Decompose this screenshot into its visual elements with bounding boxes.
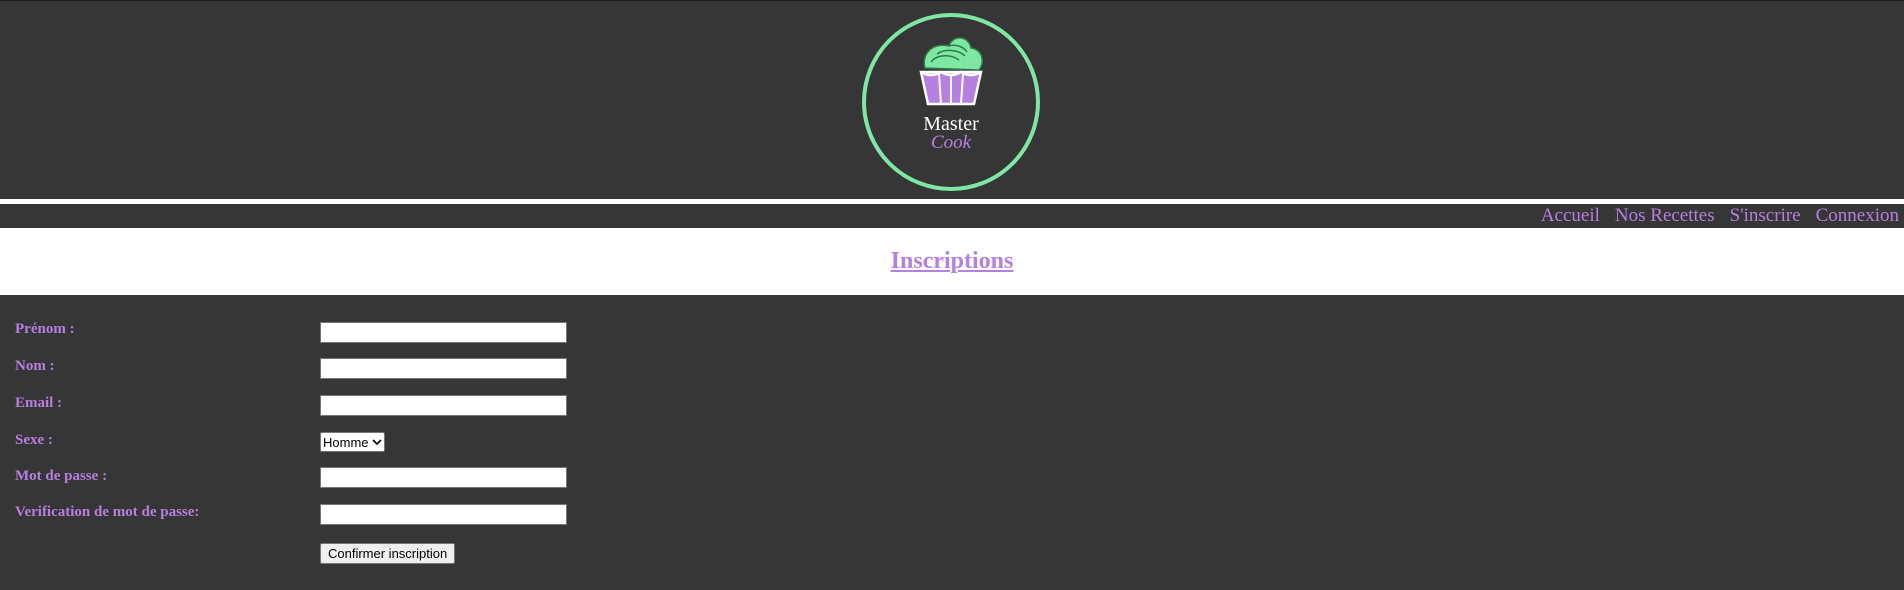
password-label: Mot de passe : bbox=[15, 468, 108, 484]
lastname-input[interactable] bbox=[320, 358, 567, 379]
nav-link-accueil[interactable]: Accueil bbox=[1541, 205, 1600, 227]
gender-select[interactable]: Homme bbox=[320, 432, 385, 452]
site-header: Master Cook bbox=[0, 0, 1904, 199]
nav-link-nos-recettes[interactable]: Nos Recettes bbox=[1615, 205, 1715, 227]
gender-label: Sexe : bbox=[15, 432, 53, 448]
password-check-input[interactable] bbox=[320, 504, 567, 525]
gender-select-value: Homme bbox=[323, 434, 369, 450]
nav-link-connexion[interactable]: Connexion bbox=[1816, 205, 1899, 227]
lastname-label: Nom : bbox=[15, 358, 55, 374]
password-input[interactable] bbox=[320, 467, 567, 488]
main-nav: Accueil Nos Recettes S'inscrire Connexio… bbox=[0, 204, 1904, 228]
title-band: Inscriptions bbox=[0, 228, 1904, 295]
password-check-label: Verification de mot de passe: bbox=[15, 504, 200, 520]
page-title: Inscriptions bbox=[890, 248, 1014, 274]
firstname-label: Prénom : bbox=[15, 321, 75, 337]
confirm-registration-button[interactable]: Confirmer inscription bbox=[320, 543, 456, 564]
nav-link-sinscrire[interactable]: S'inscrire bbox=[1730, 205, 1801, 227]
registration-form: Prénom : Nom : Email : Sexe : Homme Mot … bbox=[0, 295, 1904, 590]
email-label: Email : bbox=[15, 395, 63, 411]
email-input[interactable] bbox=[320, 395, 567, 416]
firstname-input[interactable] bbox=[320, 322, 567, 343]
chevron-down-icon bbox=[371, 438, 382, 445]
master-cook-logo[interactable]: Master Cook bbox=[861, 12, 1041, 192]
logo-text-cook: Cook bbox=[931, 132, 972, 153]
